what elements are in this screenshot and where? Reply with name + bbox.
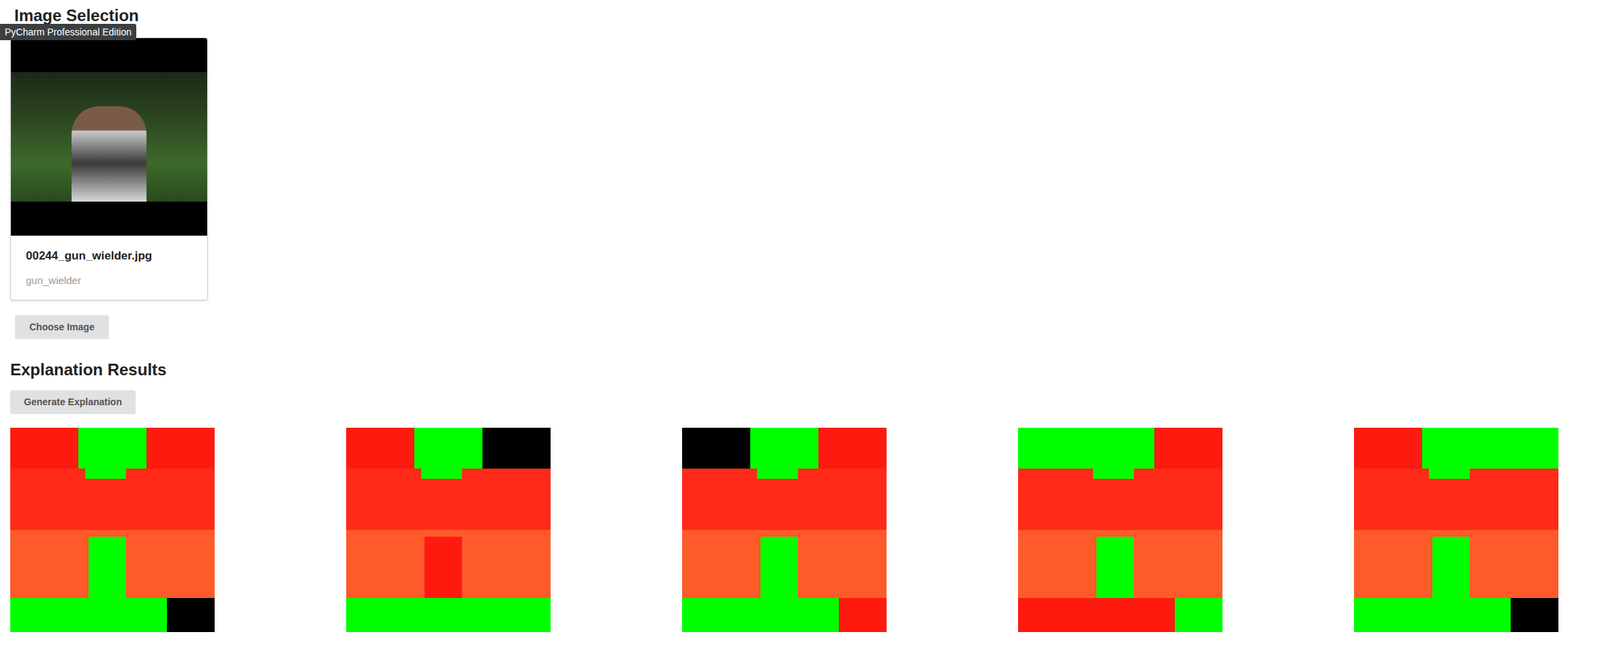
image-label: gun_wielder — [25, 273, 193, 288]
explanation-image — [682, 427, 887, 633]
explanation-image — [1354, 427, 1559, 633]
section-title: Explanation Results — [10, 359, 1590, 381]
selection-section: 00244_gun_wielder.jpg gun_wielder Choose I… — [0, 37, 1600, 633]
tooltip: PyCharm Professional Edition — [0, 23, 137, 41]
photo — [10, 72, 208, 202]
results-row — [10, 427, 1590, 633]
generate-explanation-button[interactable]: Generate Explanation — [10, 390, 136, 415]
image-card[interactable]: 00244_gun_wielder.jpg gun_wielder — [10, 37, 208, 301]
section-title: Image Selection — [0, 0, 1600, 26]
person-figure — [71, 106, 147, 202]
explanation-image — [10, 427, 215, 633]
explanation-image — [346, 427, 551, 633]
filename: 00244_gun_wielder.jpg — [25, 248, 193, 265]
image-preview — [10, 38, 208, 236]
card-content: 00244_gun_wielder.jpg gun_wielder — [10, 235, 208, 300]
explanation-image — [1018, 427, 1223, 633]
choose-image-button[interactable]: Choose Image — [14, 315, 110, 340]
